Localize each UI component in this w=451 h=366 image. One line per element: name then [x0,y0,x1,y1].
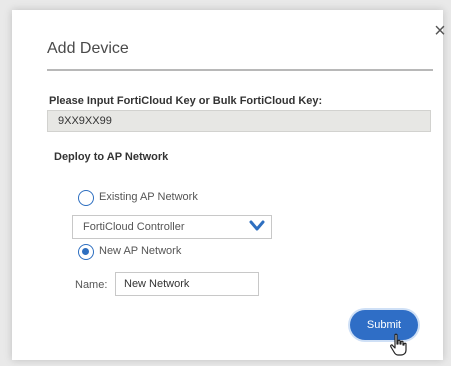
controller-select-value: FortiCloud Controller [83,221,185,233]
controller-select[interactable]: FortiCloud Controller [72,215,272,239]
forticloud-key-label: Please Input FortiCloud Key or Bulk Fort… [49,95,323,107]
existing-ap-network-radio[interactable] [78,190,94,206]
dialog-title: Add Device [47,40,129,57]
chevron-down-icon [249,220,265,231]
title-divider [47,69,433,71]
new-ap-network-label: New AP Network [99,245,182,257]
add-device-dialog: × Add Device Please Input FortiCloud Key… [12,10,446,360]
network-name-input[interactable]: New Network [115,272,259,296]
network-name-label: Name: [75,279,108,291]
existing-ap-network-label: Existing AP Network [99,191,198,203]
close-icon[interactable]: × [428,20,451,44]
forticloud-key-input[interactable]: 9XX9XX99 [47,110,431,132]
new-ap-network-radio[interactable] [78,244,94,260]
deploy-section-label: Deploy to AP Network [54,151,169,163]
hand-pointer-icon [390,333,407,356]
